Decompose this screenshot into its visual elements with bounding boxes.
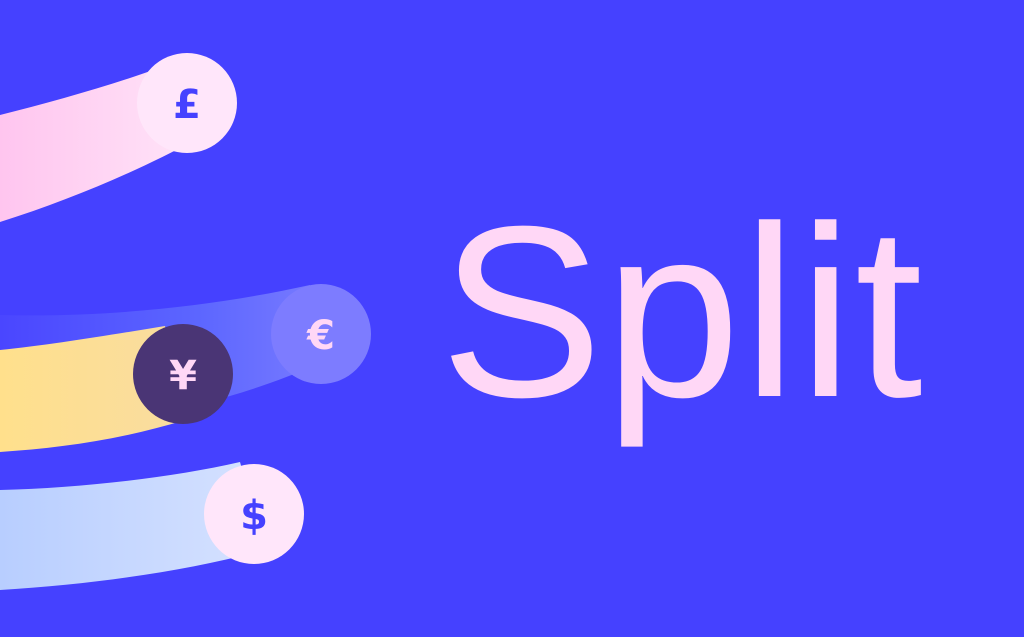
yen-coin: ¥ <box>133 324 233 424</box>
yen-symbol: ¥ <box>169 353 197 399</box>
euro-symbol: € <box>306 313 335 359</box>
euro-coin: € <box>271 284 371 384</box>
dollar-symbol: $ <box>240 493 268 539</box>
brand-title: Split <box>440 175 925 448</box>
pound-symbol: £ <box>173 82 201 128</box>
pound-coin: £ <box>137 53 237 153</box>
dollar-coin: $ <box>204 464 304 564</box>
